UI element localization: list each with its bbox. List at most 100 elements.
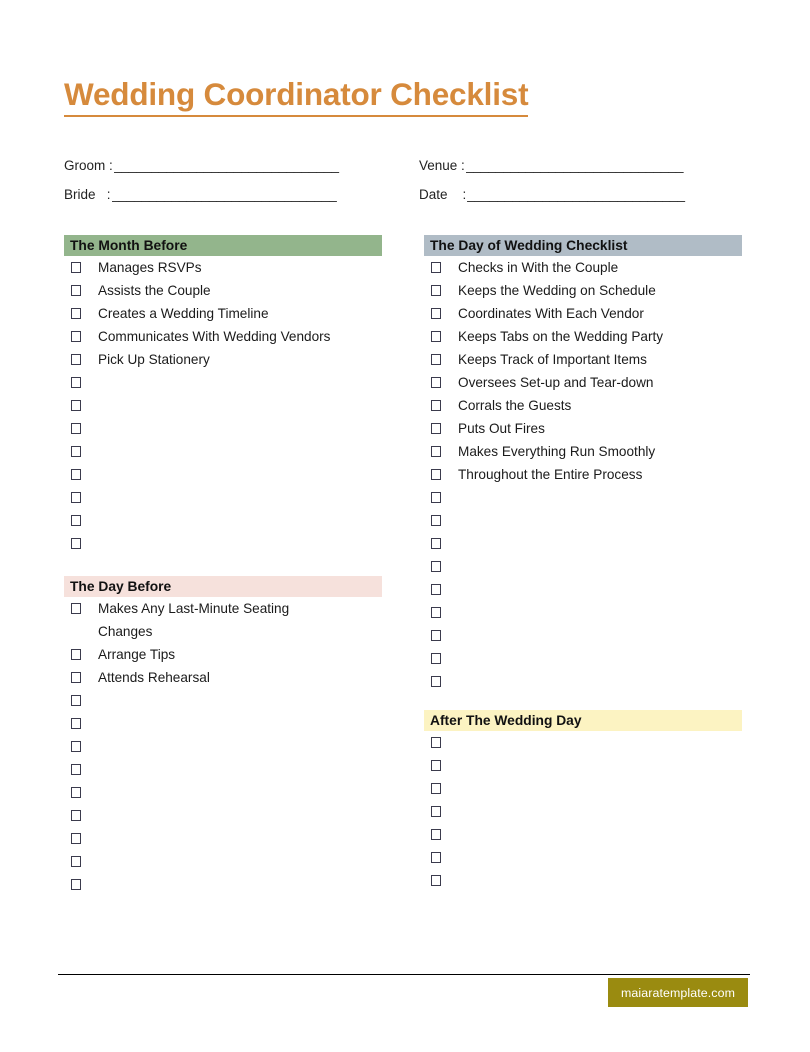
checkbox-icon[interactable] <box>71 492 81 503</box>
checklist-item[interactable] <box>64 827 382 850</box>
checkbox-icon[interactable] <box>71 331 81 342</box>
checkbox-icon[interactable] <box>431 829 441 840</box>
checklist-item[interactable] <box>64 394 382 417</box>
venue-input-line[interactable]: _____________________________ <box>466 158 701 173</box>
checklist-item[interactable]: Keeps Tabs on the Wedding Party <box>424 325 742 348</box>
checklist-item[interactable]: Keeps the Wedding on Schedule <box>424 279 742 302</box>
checkbox-icon[interactable] <box>431 538 441 549</box>
checklist-item[interactable]: Creates a Wedding Timeline <box>64 302 382 325</box>
bride-input-line[interactable]: ______________________________ <box>112 187 344 202</box>
checklist-item[interactable] <box>424 601 742 624</box>
checklist-item[interactable] <box>64 758 382 781</box>
checklist-item[interactable]: Attends Rehearsal <box>64 666 382 689</box>
checklist-item[interactable] <box>64 532 382 555</box>
checklist-item[interactable] <box>64 712 382 735</box>
checkbox-icon[interactable] <box>71 603 81 614</box>
checkbox-icon[interactable] <box>71 787 81 798</box>
bride-field[interactable]: Bride : ______________________________ <box>64 187 419 202</box>
checkbox-icon[interactable] <box>71 262 81 273</box>
checklist-item[interactable] <box>64 873 382 896</box>
checkbox-icon[interactable] <box>71 649 81 660</box>
checkbox-icon[interactable] <box>71 423 81 434</box>
checklist-item[interactable] <box>424 578 742 601</box>
checklist-item[interactable]: Throughout the Entire Process <box>424 463 742 486</box>
checklist-item[interactable] <box>64 486 382 509</box>
checkbox-icon[interactable] <box>431 584 441 595</box>
checklist-item[interactable] <box>424 800 742 823</box>
checkbox-icon[interactable] <box>431 760 441 771</box>
checklist-item[interactable] <box>64 735 382 758</box>
checklist-item[interactable]: Makes Everything Run Smoothly <box>424 440 742 463</box>
checklist-item[interactable]: Keeps Track of Important Items <box>424 348 742 371</box>
checklist-item[interactable] <box>64 850 382 873</box>
checkbox-icon[interactable] <box>431 630 441 641</box>
checkbox-icon[interactable] <box>431 285 441 296</box>
brand-badge[interactable]: maiaratemplate.com <box>608 978 748 1007</box>
checkbox-icon[interactable] <box>431 423 441 434</box>
checklist-item[interactable] <box>424 823 742 846</box>
checkbox-icon[interactable] <box>431 492 441 503</box>
checkbox-icon[interactable] <box>431 331 441 342</box>
checklist-item[interactable] <box>424 624 742 647</box>
checklist-item[interactable] <box>64 463 382 486</box>
checklist-item[interactable]: Checks in With the Couple <box>424 256 742 279</box>
checkbox-icon[interactable] <box>71 538 81 549</box>
checkbox-icon[interactable] <box>431 607 441 618</box>
checkbox-icon[interactable] <box>71 469 81 480</box>
checklist-item[interactable] <box>424 754 742 777</box>
checkbox-icon[interactable] <box>71 810 81 821</box>
checklist-item[interactable]: Pick Up Stationery <box>64 348 382 371</box>
checkbox-icon[interactable] <box>431 653 441 664</box>
venue-field[interactable]: Venue : _____________________________ <box>419 158 744 173</box>
checklist-item[interactable] <box>64 371 382 394</box>
checkbox-icon[interactable] <box>71 833 81 844</box>
checklist-item[interactable] <box>64 509 382 532</box>
checkbox-icon[interactable] <box>431 561 441 572</box>
checklist-item[interactable] <box>64 781 382 804</box>
checkbox-icon[interactable] <box>431 354 441 365</box>
checkbox-icon[interactable] <box>431 676 441 687</box>
checklist-item[interactable] <box>424 846 742 869</box>
checklist-item[interactable] <box>64 440 382 463</box>
checklist-item[interactable]: Puts Out Fires <box>424 417 742 440</box>
checkbox-icon[interactable] <box>71 377 81 388</box>
checklist-item[interactable] <box>424 532 742 555</box>
checklist-item[interactable]: Assists the Couple <box>64 279 382 302</box>
checkbox-icon[interactable] <box>431 308 441 319</box>
checkbox-icon[interactable] <box>71 446 81 457</box>
checkbox-icon[interactable] <box>71 308 81 319</box>
checkbox-icon[interactable] <box>431 737 441 748</box>
checkbox-icon[interactable] <box>71 672 81 683</box>
checkbox-icon[interactable] <box>431 400 441 411</box>
checkbox-icon[interactable] <box>431 783 441 794</box>
checklist-item[interactable] <box>424 777 742 800</box>
checklist-item[interactable] <box>424 509 742 532</box>
checkbox-icon[interactable] <box>71 741 81 752</box>
checklist-item[interactable] <box>64 689 382 712</box>
checklist-item[interactable]: Oversees Set-up and Tear-down <box>424 371 742 394</box>
checklist-item[interactable] <box>424 869 742 892</box>
checklist-item[interactable] <box>424 647 742 670</box>
checkbox-icon[interactable] <box>71 354 81 365</box>
checkbox-icon[interactable] <box>431 875 441 886</box>
checkbox-icon[interactable] <box>71 515 81 526</box>
checklist-item[interactable]: Makes Any Last-Minute Seating <box>64 597 382 620</box>
checkbox-icon[interactable] <box>71 879 81 890</box>
checklist-item[interactable]: Coordinates With Each Vendor <box>424 302 742 325</box>
checkbox-icon[interactable] <box>431 469 441 480</box>
checkbox-icon[interactable] <box>71 695 81 706</box>
checklist-item[interactable] <box>64 804 382 827</box>
date-input-line[interactable]: _____________________________ <box>467 187 702 202</box>
checkbox-icon[interactable] <box>71 718 81 729</box>
checklist-item[interactable]: Arrange Tips <box>64 643 382 666</box>
checkbox-icon[interactable] <box>71 764 81 775</box>
checkbox-icon[interactable] <box>71 400 81 411</box>
checklist-item[interactable] <box>64 417 382 440</box>
checkbox-icon[interactable] <box>71 856 81 867</box>
checkbox-icon[interactable] <box>431 806 441 817</box>
checkbox-icon[interactable] <box>71 285 81 296</box>
checkbox-icon[interactable] <box>431 262 441 273</box>
checklist-item[interactable]: Manages RSVPs <box>64 256 382 279</box>
checklist-item[interactable] <box>424 670 742 693</box>
checklist-item[interactable] <box>424 555 742 578</box>
